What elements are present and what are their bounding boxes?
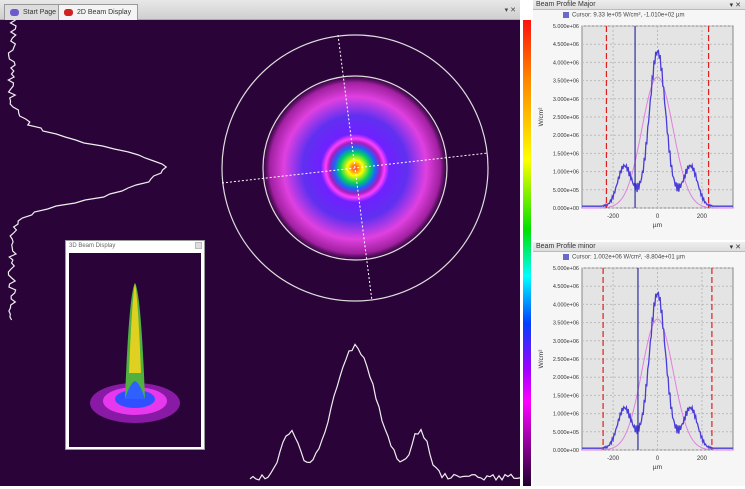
panel-title: Beam Profile Major (536, 1, 596, 8)
y-tick-label: 4.000e+06 (553, 60, 579, 66)
save-icon[interactable] (563, 12, 569, 18)
x-tick-label: -200 (607, 214, 620, 220)
inset-title: 3D Beam Display (69, 243, 115, 249)
y-tick-label: 2.500e+06 (553, 357, 579, 363)
panel-controls[interactable]: ▾ ✕ (730, 243, 741, 251)
profile-chart-major[interactable]: 0.000e+00 5.000e+05 1.000e+06 1.500e+06 2.00… (533, 20, 745, 238)
y-tick-label: 0.000e+00 (553, 206, 579, 212)
y-tick-label: 3.000e+06 (553, 97, 579, 103)
y-tick-label: 5.000e+06 (553, 266, 579, 272)
y-tick-label: 4.500e+06 (553, 42, 579, 48)
y-tick-label: 3.000e+06 (553, 339, 579, 345)
x-tick-label: 200 (697, 214, 708, 220)
profile-chart-minor[interactable]: 0.000e+00 5.000e+05 1.000e+06 1.500e+06 2.00… (533, 262, 745, 484)
3d-beam-display-window[interactable]: 3D Beam Display (65, 240, 205, 450)
3d-beam-view (69, 253, 201, 447)
y-tick-label: 0.000e+00 (553, 448, 579, 454)
y-tick-label: 2.500e+06 (553, 115, 579, 121)
y-tick-label: 1.000e+06 (553, 170, 579, 176)
y-tick-label: 4.000e+06 (553, 302, 579, 308)
y-tick-label: 1.000e+06 (553, 412, 579, 418)
y-tick-label: 5.000e+06 (553, 24, 579, 30)
x-tick-label: 0 (656, 456, 660, 462)
y-tick-label: 1.500e+06 (553, 393, 579, 399)
x-tick-label: 0 (656, 214, 660, 220)
document-tab-bar: Start Page 2D Beam Display ▾ ✕ (0, 0, 520, 20)
tab-2d-beam-display[interactable]: 2D Beam Display (58, 4, 138, 20)
color-scale-bar (523, 20, 531, 486)
horizontal-profile-trace (250, 344, 520, 480)
home-icon (10, 9, 19, 16)
tab-label: 2D Beam Display (77, 9, 131, 16)
y-tick-label: 3.500e+06 (553, 321, 579, 327)
panel-controls[interactable]: ▾ ✕ (730, 1, 741, 9)
tab-controls[interactable]: ▾ ✕ (505, 6, 516, 14)
panel-title: Beam Profile minor (536, 243, 596, 250)
y-tick-label: 3.500e+06 (553, 79, 579, 85)
x-tick-label: -200 (607, 456, 620, 462)
y-tick-label: 5.000e+05 (553, 430, 579, 436)
y-tick-label: 4.500e+06 (553, 284, 579, 290)
cursor-readout: Cursor: 9.33 le+05 W/cm², -1.010e+02 µm (572, 13, 685, 19)
y-tick-label: 1.500e+06 (553, 151, 579, 157)
x-axis-label: µm (653, 222, 662, 229)
y-tick-label: 2.000e+06 (553, 133, 579, 139)
x-tick-label: 200 (697, 456, 708, 462)
close-button[interactable] (195, 242, 202, 249)
beam-icon (64, 9, 73, 16)
x-axis-label: µm (653, 464, 662, 471)
tab-start-page[interactable]: Start Page (4, 4, 63, 20)
y-tick-label: 5.000e+05 (553, 188, 579, 194)
y-tick-label: 2.000e+06 (553, 375, 579, 381)
cursor-readout: Cursor: 1.002e+06 W/cm², -8.804e+01 µm (572, 255, 685, 261)
tab-label: Start Page (23, 9, 56, 16)
y-axis-label: W/cm² (538, 349, 545, 369)
beam-profile-minor-panel: Beam Profile minor ▾ ✕ Cursor: 1.002e+06 … (533, 242, 745, 486)
y-axis-label: W/cm² (538, 107, 545, 127)
beam-profile-major-panel: Beam Profile Major ▾ ✕ Cursor: 9.33 le+05… (533, 0, 745, 240)
save-icon[interactable] (563, 254, 569, 260)
